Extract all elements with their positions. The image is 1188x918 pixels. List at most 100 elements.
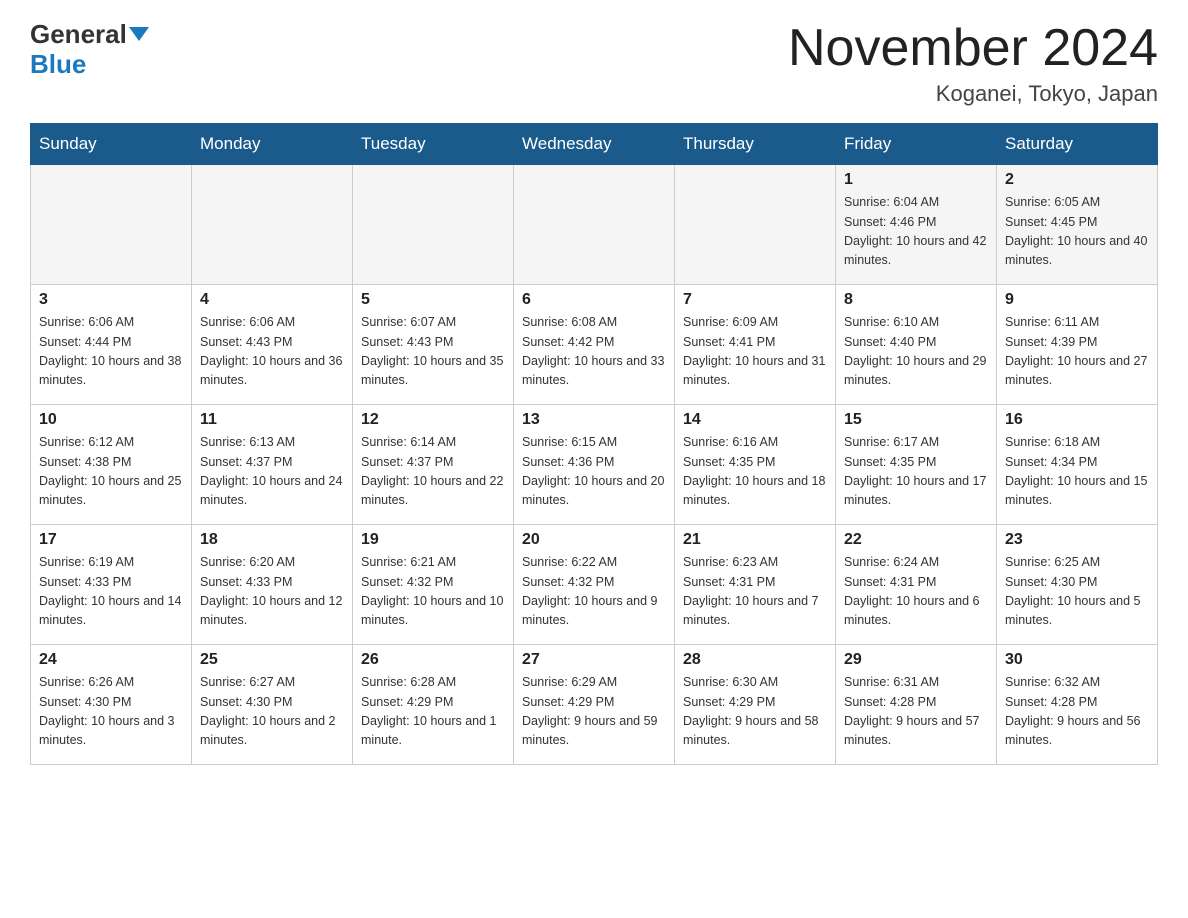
weekday-header-wednesday: Wednesday — [514, 124, 675, 165]
day-number: 15 — [844, 411, 988, 429]
calendar-cell: 29 Sunrise: 6:31 AMSunset: 4:28 PMDayligh… — [836, 645, 997, 765]
day-number: 4 — [200, 291, 344, 309]
day-info: Sunrise: 6:11 AMSunset: 4:39 PMDaylight:… — [1005, 313, 1149, 391]
location-label: Koganei, Tokyo, Japan — [788, 81, 1158, 107]
weekday-header-thursday: Thursday — [675, 124, 836, 165]
day-number: 21 — [683, 531, 827, 549]
day-number: 9 — [1005, 291, 1149, 309]
day-number: 12 — [361, 411, 505, 429]
calendar-table: SundayMondayTuesdayWednesdayThursdayFrid… — [30, 123, 1158, 765]
day-info: Sunrise: 6:07 AMSunset: 4:43 PMDaylight:… — [361, 313, 505, 391]
day-number: 5 — [361, 291, 505, 309]
calendar-cell: 12 Sunrise: 6:14 AMSunset: 4:37 PMDayligh… — [353, 405, 514, 525]
day-info: Sunrise: 6:27 AMSunset: 4:30 PMDaylight:… — [200, 673, 344, 751]
calendar-cell: 19 Sunrise: 6:21 AMSunset: 4:32 PMDayligh… — [353, 525, 514, 645]
day-info: Sunrise: 6:06 AMSunset: 4:44 PMDaylight:… — [39, 313, 183, 391]
calendar-cell — [31, 165, 192, 285]
weekday-header-sunday: Sunday — [31, 124, 192, 165]
day-number: 26 — [361, 651, 505, 669]
calendar-cell: 20 Sunrise: 6:22 AMSunset: 4:32 PMDayligh… — [514, 525, 675, 645]
calendar-cell: 10Sunrise: 6:12 AMSunset: 4:38 PMDayligh… — [31, 405, 192, 525]
day-number: 2 — [1005, 171, 1149, 189]
day-info: Sunrise: 6:30 AMSunset: 4:29 PMDaylight:… — [683, 673, 827, 751]
calendar-cell: 15 Sunrise: 6:17 AMSunset: 4:35 PMDayligh… — [836, 405, 997, 525]
calendar-cell: 2 Sunrise: 6:05 AMSunset: 4:45 PMDaylight… — [997, 165, 1158, 285]
day-info: Sunrise: 6:21 AMSunset: 4:32 PMDaylight:… — [361, 553, 505, 631]
day-number: 16 — [1005, 411, 1149, 429]
day-info: Sunrise: 6:29 AMSunset: 4:29 PMDaylight:… — [522, 673, 666, 751]
weekday-header-tuesday: Tuesday — [353, 124, 514, 165]
day-number: 19 — [361, 531, 505, 549]
day-number: 3 — [39, 291, 183, 309]
calendar-week-2: 3 Sunrise: 6:06 AMSunset: 4:44 PMDaylight… — [31, 285, 1158, 405]
page-header: General Blue November 2024 Koganei, Toky… — [30, 20, 1158, 107]
calendar-cell: 22Sunrise: 6:24 AMSunset: 4:31 PMDayligh… — [836, 525, 997, 645]
calendar-cell: 24 Sunrise: 6:26 AMSunset: 4:30 PMDayligh… — [31, 645, 192, 765]
logo-blue: Blue — [30, 49, 86, 80]
day-info: Sunrise: 6:13 AMSunset: 4:37 PMDaylight:… — [200, 433, 344, 511]
calendar-cell: 13Sunrise: 6:15 AMSunset: 4:36 PMDayligh… — [514, 405, 675, 525]
day-info: Sunrise: 6:24 AMSunset: 4:31 PMDaylight:… — [844, 553, 988, 631]
day-number: 11 — [200, 411, 344, 429]
day-info: Sunrise: 6:22 AMSunset: 4:32 PMDaylight:… — [522, 553, 666, 631]
day-number: 7 — [683, 291, 827, 309]
calendar-cell — [192, 165, 353, 285]
weekday-header-saturday: Saturday — [997, 124, 1158, 165]
day-info: Sunrise: 6:10 AMSunset: 4:40 PMDaylight:… — [844, 313, 988, 391]
calendar-cell — [353, 165, 514, 285]
logo-general: General — [30, 20, 127, 49]
day-number: 27 — [522, 651, 666, 669]
month-title: November 2024 — [788, 20, 1158, 77]
calendar-cell — [675, 165, 836, 285]
day-number: 10 — [39, 411, 183, 429]
day-number: 14 — [683, 411, 827, 429]
calendar-cell: 18Sunrise: 6:20 AMSunset: 4:33 PMDayligh… — [192, 525, 353, 645]
calendar-cell: 11 Sunrise: 6:13 AMSunset: 4:37 PMDayligh… — [192, 405, 353, 525]
calendar-cell: 16Sunrise: 6:18 AMSunset: 4:34 PMDayligh… — [997, 405, 1158, 525]
calendar-week-1: 1 Sunrise: 6:04 AMSunset: 4:46 PMDaylight… — [31, 165, 1158, 285]
calendar-cell: 4Sunrise: 6:06 AMSunset: 4:43 PMDaylight… — [192, 285, 353, 405]
calendar-cell: 5 Sunrise: 6:07 AMSunset: 4:43 PMDaylight… — [353, 285, 514, 405]
day-info: Sunrise: 6:32 AMSunset: 4:28 PMDaylight:… — [1005, 673, 1149, 751]
calendar-cell: 23 Sunrise: 6:25 AMSunset: 4:30 PMDayligh… — [997, 525, 1158, 645]
calendar-cell: 9 Sunrise: 6:11 AMSunset: 4:39 PMDaylight… — [997, 285, 1158, 405]
day-info: Sunrise: 6:14 AMSunset: 4:37 PMDaylight:… — [361, 433, 505, 511]
day-info: Sunrise: 6:26 AMSunset: 4:30 PMDaylight:… — [39, 673, 183, 751]
calendar-cell — [514, 165, 675, 285]
day-number: 23 — [1005, 531, 1149, 549]
calendar-week-3: 10Sunrise: 6:12 AMSunset: 4:38 PMDayligh… — [31, 405, 1158, 525]
logo: General Blue — [30, 20, 149, 80]
day-number: 6 — [522, 291, 666, 309]
day-info: Sunrise: 6:09 AMSunset: 4:41 PMDaylight:… — [683, 313, 827, 391]
day-number: 17 — [39, 531, 183, 549]
day-number: 30 — [1005, 651, 1149, 669]
calendar-cell: 7 Sunrise: 6:09 AMSunset: 4:41 PMDaylight… — [675, 285, 836, 405]
logo-triangle-icon — [129, 27, 149, 41]
day-number: 13 — [522, 411, 666, 429]
day-info: Sunrise: 6:16 AMSunset: 4:35 PMDaylight:… — [683, 433, 827, 511]
day-info: Sunrise: 6:08 AMSunset: 4:42 PMDaylight:… — [522, 313, 666, 391]
day-info: Sunrise: 6:23 AMSunset: 4:31 PMDaylight:… — [683, 553, 827, 631]
day-info: Sunrise: 6:05 AMSunset: 4:45 PMDaylight:… — [1005, 193, 1149, 271]
calendar-cell: 25 Sunrise: 6:27 AMSunset: 4:30 PMDayligh… — [192, 645, 353, 765]
day-number: 29 — [844, 651, 988, 669]
calendar-cell: 26Sunrise: 6:28 AMSunset: 4:29 PMDayligh… — [353, 645, 514, 765]
day-info: Sunrise: 6:19 AMSunset: 4:33 PMDaylight:… — [39, 553, 183, 631]
day-number: 20 — [522, 531, 666, 549]
day-number: 8 — [844, 291, 988, 309]
day-info: Sunrise: 6:17 AMSunset: 4:35 PMDaylight:… — [844, 433, 988, 511]
calendar-cell: 8 Sunrise: 6:10 AMSunset: 4:40 PMDaylight… — [836, 285, 997, 405]
day-number: 1 — [844, 171, 988, 189]
day-info: Sunrise: 6:31 AMSunset: 4:28 PMDaylight:… — [844, 673, 988, 751]
day-info: Sunrise: 6:25 AMSunset: 4:30 PMDaylight:… — [1005, 553, 1149, 631]
calendar-cell: 14 Sunrise: 6:16 AMSunset: 4:35 PMDayligh… — [675, 405, 836, 525]
calendar-cell: 27 Sunrise: 6:29 AMSunset: 4:29 PMDayligh… — [514, 645, 675, 765]
day-number: 18 — [200, 531, 344, 549]
calendar-cell: 1 Sunrise: 6:04 AMSunset: 4:46 PMDaylight… — [836, 165, 997, 285]
day-info: Sunrise: 6:04 AMSunset: 4:46 PMDaylight:… — [844, 193, 988, 271]
day-number: 24 — [39, 651, 183, 669]
calendar-week-5: 24 Sunrise: 6:26 AMSunset: 4:30 PMDayligh… — [31, 645, 1158, 765]
day-number: 25 — [200, 651, 344, 669]
calendar-cell: 17 Sunrise: 6:19 AMSunset: 4:33 PMDayligh… — [31, 525, 192, 645]
calendar-cell: 21 Sunrise: 6:23 AMSunset: 4:31 PMDayligh… — [675, 525, 836, 645]
